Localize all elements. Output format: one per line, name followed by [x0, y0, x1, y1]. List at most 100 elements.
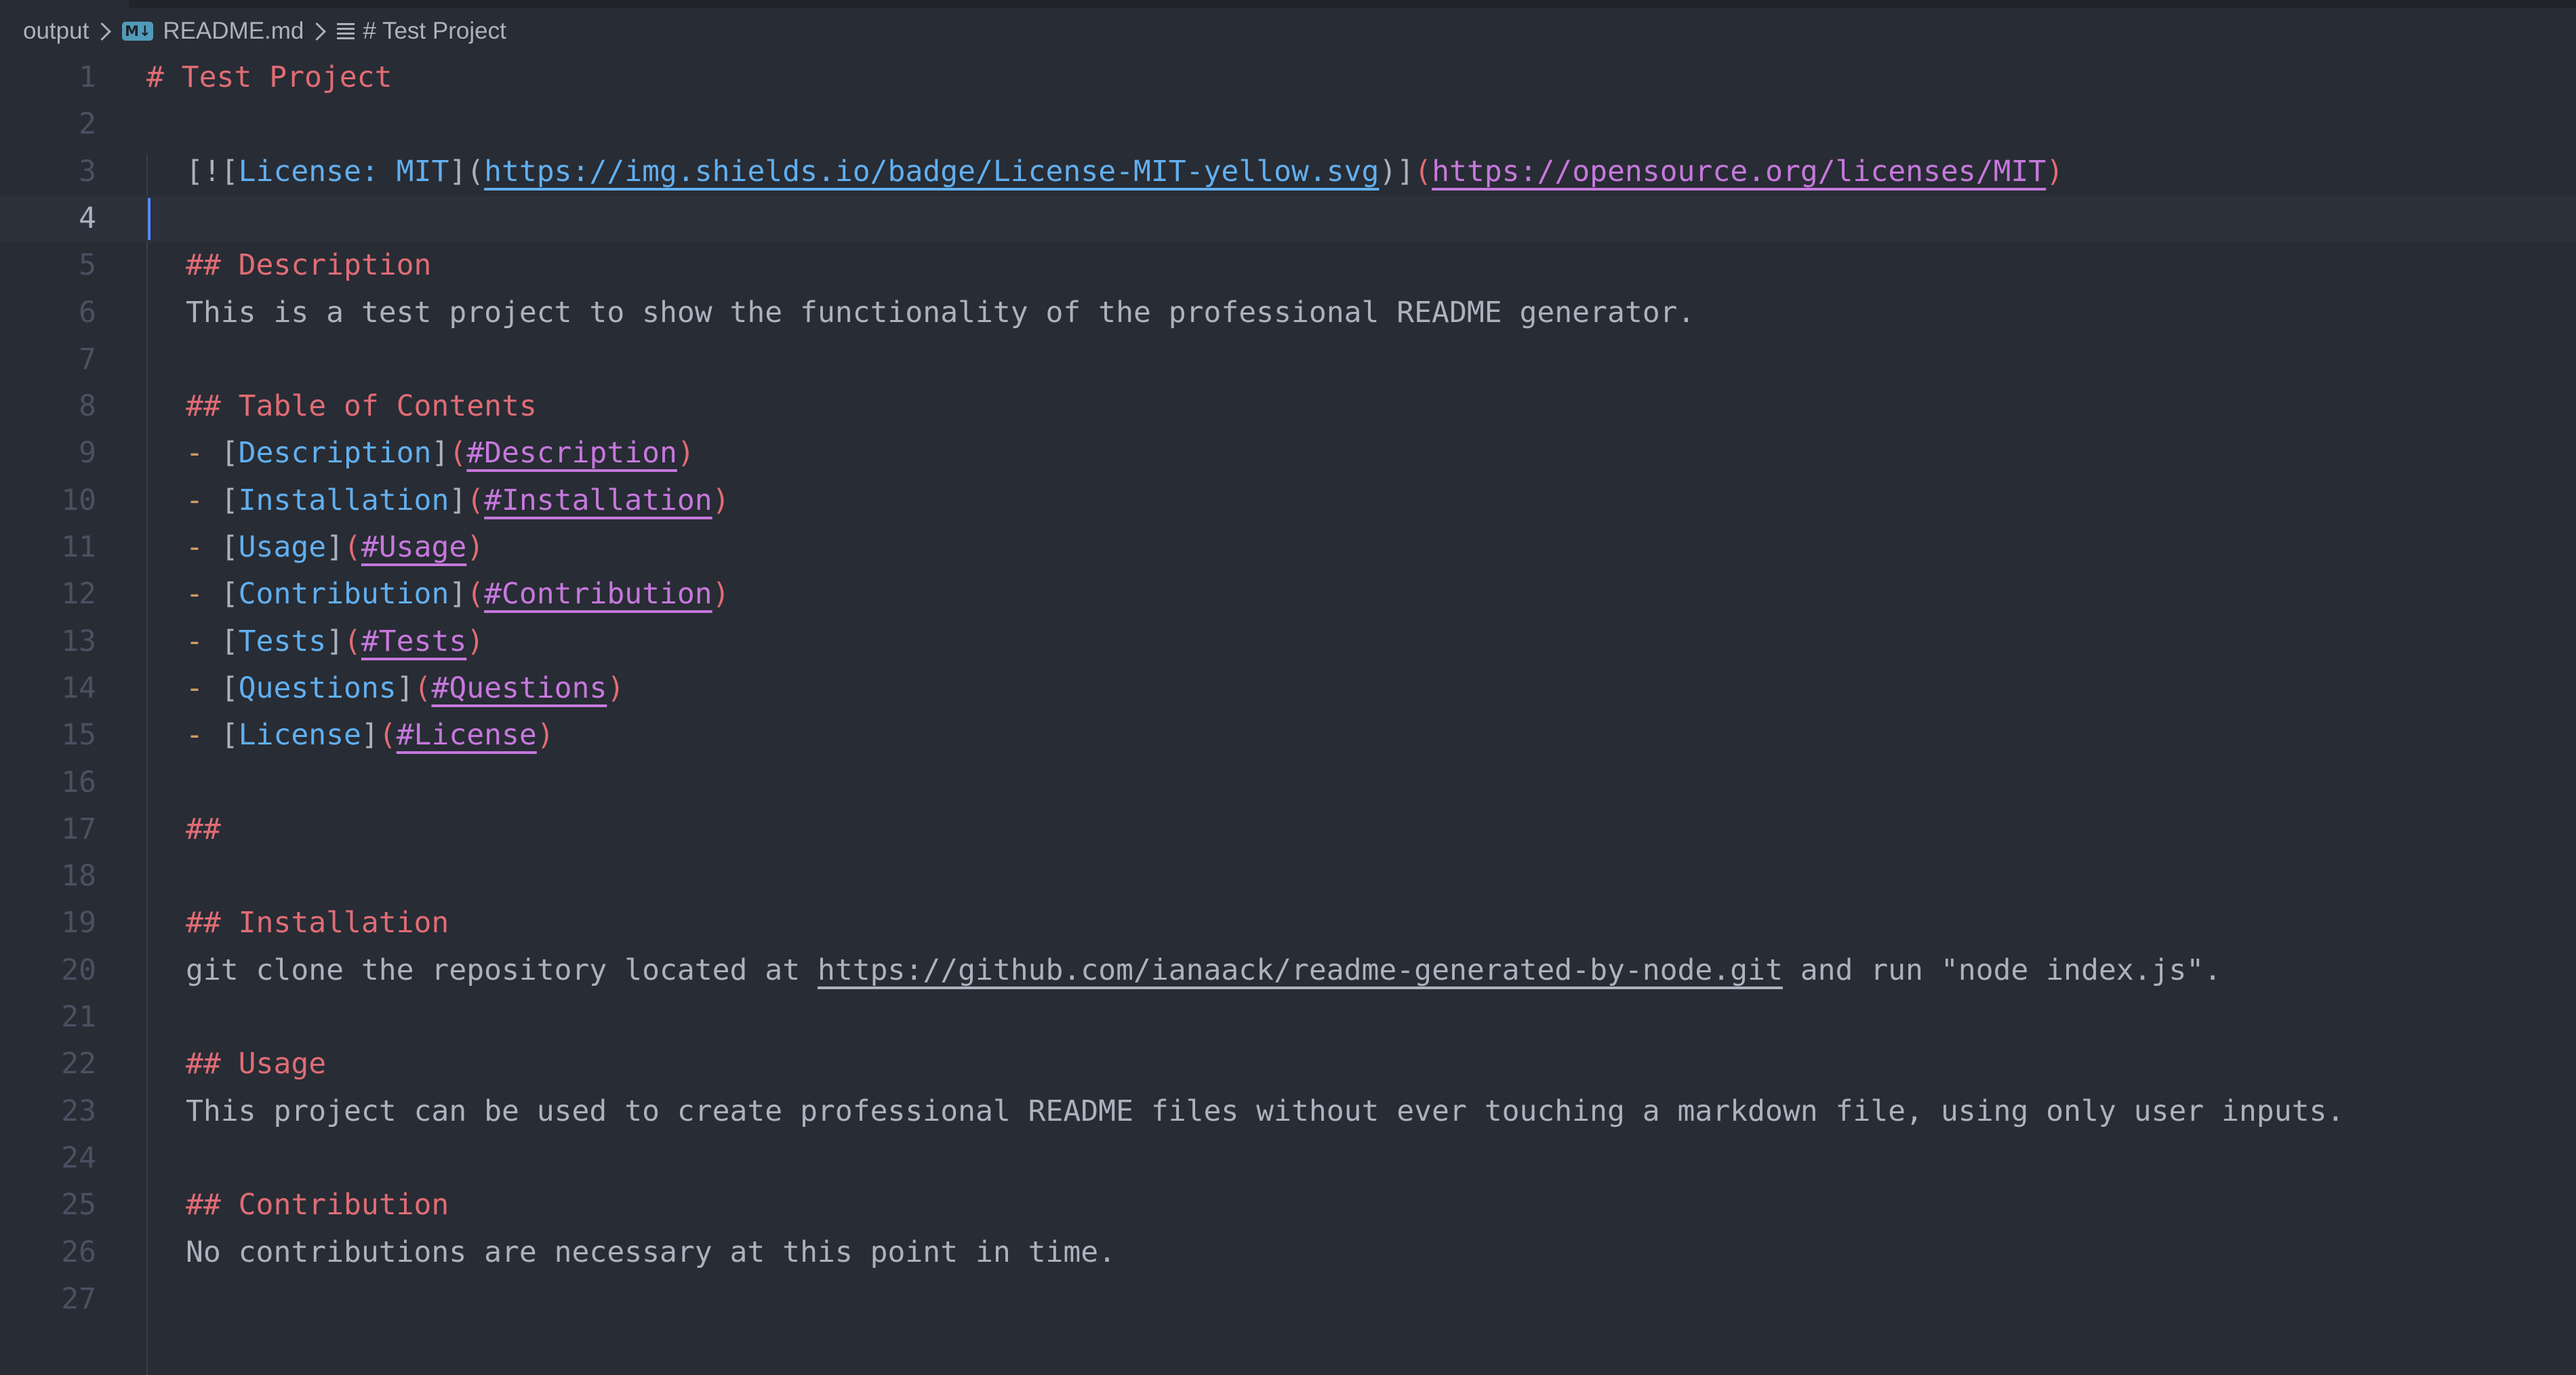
code-line-11[interactable]: 11 - [Usage](#Usage) — [0, 524, 2576, 571]
line-number: 9 — [79, 436, 96, 471]
bracket-text: [ — [220, 671, 239, 705]
code-line-14[interactable]: 14 - [Questions](#Questions) — [0, 665, 2576, 712]
paren-text: ) — [2046, 154, 2064, 188]
line-number: 8 — [79, 389, 96, 424]
code-line-16[interactable]: 16 — [0, 759, 2576, 806]
image-alt-text: License: MIT — [238, 154, 449, 188]
toc-link-text: Usage — [238, 530, 327, 564]
toc-link-text: Installation — [238, 483, 449, 517]
paren-text: ( — [466, 483, 485, 517]
paren-text: ) — [536, 718, 555, 753]
text-cursor — [148, 197, 150, 240]
code-line-23[interactable]: 23 This project can be used to create pr… — [0, 1088, 2576, 1135]
toc-link-text: Description — [238, 436, 432, 471]
paragraph-text: and run "node index.js". — [1782, 953, 2222, 987]
line-number: 23 — [61, 1094, 96, 1128]
paragraph-text: This is a test project to show the funct… — [186, 295, 1695, 330]
paragraph-text: No contributions are necessary at this p… — [186, 1235, 1116, 1269]
code-line-24[interactable]: 24 — [0, 1135, 2576, 1182]
breadcrumb-folder[interactable]: output — [23, 18, 89, 45]
list-marker: - — [186, 483, 221, 517]
bracket-text: [ — [220, 718, 239, 753]
paragraph-text: This project can be used to create profe… — [186, 1094, 2345, 1128]
active-tab-edge — [0, 0, 129, 8]
code-line-2[interactable]: 2 — [0, 101, 2576, 148]
code-line-20[interactable]: 20 git clone the repository located at h… — [0, 947, 2576, 994]
code-line-8[interactable]: 8 ## Table of Contents — [0, 383, 2576, 430]
paren-text: ) — [466, 624, 485, 658]
code-line-26[interactable]: 26 No contributions are necessary at thi… — [0, 1229, 2576, 1276]
code-line-27[interactable]: 27 — [0, 1276, 2576, 1323]
heading-text: ## Table of Contents — [186, 389, 537, 424]
line-number: 10 — [61, 483, 96, 517]
line-number: 14 — [61, 671, 96, 705]
chevron-right-icon — [308, 22, 327, 41]
code-line-4[interactable]: 4 — [0, 195, 2576, 243]
code-editor[interactable]: 1 # Test Project 2 3 [![License: MIT](ht… — [0, 54, 2576, 1375]
code-line-5[interactable]: 5 ## Description — [0, 242, 2576, 289]
code-line-21[interactable]: 21 — [0, 994, 2576, 1041]
line-number: 21 — [61, 1000, 96, 1034]
line-number: 13 — [61, 624, 96, 658]
toc-anchor-link[interactable]: #Usage — [361, 530, 466, 564]
markdown-file-icon: M↓ — [122, 22, 154, 41]
code-line-10[interactable]: 10 - [Installation](#Installation) — [0, 477, 2576, 524]
paren-text: ( — [414, 671, 432, 705]
bracket-text: ] — [361, 718, 379, 753]
paren-text: ) — [712, 577, 730, 612]
code-line-22[interactable]: 22 ## Usage — [0, 1041, 2576, 1088]
toc-anchor-link[interactable]: #Contribution — [484, 577, 712, 611]
list-marker: - — [186, 624, 221, 658]
line-number: 20 — [61, 953, 96, 987]
bracket-text: ] — [326, 530, 344, 564]
heading-text: ## Contribution — [186, 1188, 449, 1222]
paren-text: ( — [344, 530, 361, 564]
code-line-3[interactable]: 3 [![License: MIT](https://img.shields.i… — [0, 148, 2576, 195]
toc-anchor-link[interactable]: #License — [397, 718, 537, 752]
line-number: 6 — [79, 295, 96, 330]
line-number: 18 — [61, 859, 96, 894]
tab-bar-strip — [0, 0, 2576, 8]
line-number: 15 — [61, 718, 96, 753]
heading-text: ## Usage — [186, 1047, 327, 1081]
list-marker: - — [186, 671, 221, 705]
paren-text: ) — [677, 436, 695, 471]
toc-anchor-link[interactable]: #Installation — [484, 483, 712, 517]
code-line-7[interactable]: 7 — [0, 336, 2576, 383]
image-url-link[interactable]: https://img.shields.io/badge/License-MIT… — [484, 155, 1379, 188]
line-number: 3 — [79, 154, 96, 188]
repo-url-link[interactable]: https://github.com/ianaack/readme-genera… — [818, 953, 1783, 987]
toc-anchor-link[interactable]: #Questions — [431, 671, 607, 705]
bracket-text: ] — [396, 671, 414, 705]
heading-text: ## — [186, 812, 221, 846]
bracket-text: [ — [220, 624, 239, 658]
toc-anchor-link[interactable]: #Tests — [361, 624, 466, 658]
code-line-25[interactable]: 25 ## Contribution — [0, 1182, 2576, 1229]
code-line-12[interactable]: 12 - [Contribution](#Contribution) — [0, 571, 2576, 618]
code-line-17[interactable]: 17 ## — [0, 806, 2576, 853]
line-number: 22 — [61, 1047, 96, 1081]
bracket-text: ] — [449, 577, 467, 612]
code-line-1[interactable]: 1 # Test Project — [0, 54, 2576, 101]
line-number: 7 — [79, 342, 96, 376]
code-line-13[interactable]: 13 - [Tests](#Tests) — [0, 618, 2576, 665]
line-number: 25 — [61, 1188, 96, 1222]
code-line-15[interactable]: 15 - [License](#License) — [0, 712, 2576, 759]
license-url-link[interactable]: https://opensource.org/licenses/MIT — [1432, 155, 2046, 188]
paren-text: ( — [449, 436, 467, 471]
bracket-text: [ — [220, 577, 239, 612]
heading-text: ## Description — [186, 248, 432, 283]
code-line-6[interactable]: 6 This is a test project to show the fun… — [0, 290, 2576, 336]
line-number: 24 — [61, 1140, 96, 1175]
breadcrumb: output M↓ README.md # Test Project — [0, 8, 2576, 54]
code-line-18[interactable]: 18 — [0, 853, 2576, 900]
breadcrumb-file[interactable]: README.md — [163, 18, 304, 45]
line-number: 26 — [61, 1235, 96, 1269]
toc-anchor-link[interactable]: #Description — [466, 436, 677, 470]
code-line-9[interactable]: 9 - [Description](#Description) — [0, 430, 2576, 477]
line-number: 27 — [61, 1281, 96, 1316]
paren-text: ( — [466, 577, 485, 612]
breadcrumb-symbol[interactable]: # Test Project — [363, 18, 506, 45]
code-line-19[interactable]: 19 ## Installation — [0, 900, 2576, 946]
paren-text: ) — [607, 671, 625, 705]
